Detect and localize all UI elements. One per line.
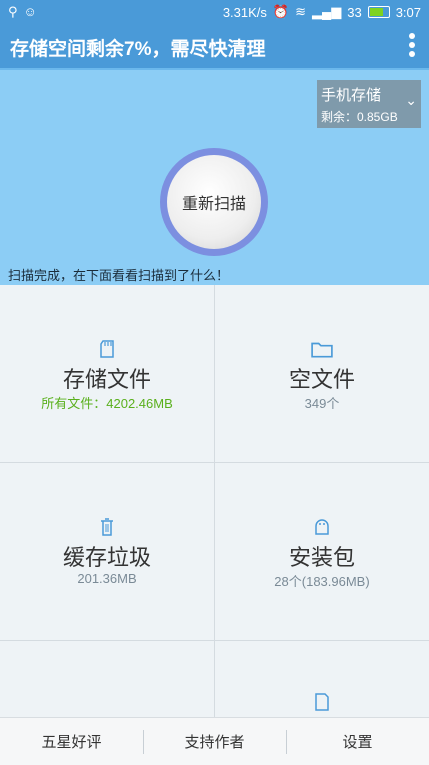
scan-status: 扫描完成，在下面看看扫描到了什么！ bbox=[8, 268, 230, 283]
grid-card-5[interactable] bbox=[0, 641, 215, 717]
rate-button[interactable]: 五星好评 bbox=[0, 718, 143, 765]
folder-icon bbox=[311, 342, 333, 358]
storage-files-card[interactable]: 存储文件 所有文件：4202.46MB bbox=[0, 285, 215, 463]
empty-files-card[interactable]: 空文件 349个 bbox=[215, 285, 429, 463]
overflow-menu-icon[interactable] bbox=[409, 33, 417, 59]
grid-card-6[interactable] bbox=[215, 641, 429, 717]
card-sub: 201.36MB bbox=[77, 571, 137, 586]
card-sub: 349个 bbox=[304, 396, 340, 411]
trash-icon bbox=[101, 518, 113, 536]
card-title: 空文件 bbox=[288, 367, 355, 392]
category-grid: 存储文件 所有文件：4202.46MB 空文件 349个 缓存垃圾 201.36… bbox=[0, 285, 429, 717]
wifi-icon: ≋ bbox=[295, 4, 306, 19]
alarm-icon: ⏰ bbox=[272, 4, 290, 19]
card-sub: 所有文件：4202.46MB bbox=[41, 396, 173, 411]
card-sub: 28个(183.96MB) bbox=[274, 574, 370, 589]
status-bar: ⚲ ☺ 3.31K/s ⏰ ≋ ▂▄▆ 33 3:07 bbox=[0, 0, 429, 24]
rescan-button[interactable]: 重新扫描 bbox=[167, 155, 261, 249]
storage-type: 手机存储 bbox=[321, 87, 382, 104]
android-apk-icon bbox=[315, 519, 329, 535]
apk-file-icon bbox=[315, 693, 329, 711]
battery-icon bbox=[367, 6, 390, 18]
app-title: 存储空间剩余7%，需尽快清理 bbox=[10, 39, 266, 60]
storage-selector[interactable]: 手机存储 剩余：0.85GB ⌄ bbox=[317, 80, 421, 128]
sd-card-icon bbox=[100, 340, 114, 358]
app-bar: 存储空间剩余7%，需尽快清理 bbox=[0, 24, 429, 68]
card-title: 存储文件 bbox=[62, 367, 151, 392]
storage-remaining: 剩余：0.85GB bbox=[321, 110, 398, 124]
cache-junk-card[interactable]: 缓存垃圾 201.36MB bbox=[0, 463, 215, 641]
network-speed: 3.31K/s bbox=[222, 4, 267, 20]
card-title: 缓存垃圾 bbox=[62, 545, 151, 570]
signal-label: 33 bbox=[347, 4, 362, 20]
scan-panel: 手机存储 剩余：0.85GB ⌄ 重新扫描 扫描完成，在下面看看扫描到了什么！ bbox=[0, 68, 429, 287]
settings-button[interactable]: 设置 bbox=[286, 718, 429, 765]
apk-card[interactable]: 安装包 28个(183.96MB) bbox=[215, 463, 429, 641]
usb-icon: ⚲ bbox=[8, 4, 18, 19]
chevron-down-icon: ⌄ bbox=[405, 92, 417, 108]
smiley-icon: ☺ bbox=[23, 4, 37, 19]
bottom-bar: 五星好评 支持作者 设置 bbox=[0, 717, 429, 765]
signal-icon: ▂▄▆ bbox=[312, 4, 342, 19]
support-author-button[interactable]: 支持作者 bbox=[143, 718, 286, 765]
clock: 3:07 bbox=[395, 4, 421, 20]
card-title: 安装包 bbox=[288, 545, 355, 570]
scan-ring: 重新扫描 bbox=[160, 148, 268, 256]
